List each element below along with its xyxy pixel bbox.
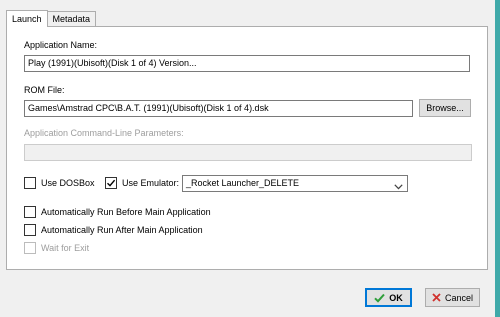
run-before-checkbox[interactable] bbox=[24, 206, 36, 218]
chevron-down-icon bbox=[394, 180, 403, 195]
cancel-label: Cancel bbox=[444, 292, 473, 303]
wait-for-exit-label: Wait for Exit bbox=[41, 243, 90, 253]
use-emulator-row[interactable]: Use Emulator: bbox=[105, 177, 179, 189]
use-dosbox-row[interactable]: Use DOSBox bbox=[24, 177, 95, 189]
wait-for-exit-checkbox bbox=[24, 242, 36, 254]
ok-label: OK bbox=[389, 292, 403, 303]
edit-launch-dialog: Launch Metadata Application Name: Play (… bbox=[0, 0, 500, 317]
browse-button[interactable]: Browse... bbox=[419, 99, 471, 117]
command-line-field bbox=[24, 144, 472, 161]
x-icon bbox=[432, 293, 441, 302]
emulator-select-value: _Rocket Launcher_DELETE bbox=[186, 178, 300, 188]
use-emulator-checkbox[interactable] bbox=[105, 177, 117, 189]
command-line-label: Application Command-Line Parameters: bbox=[24, 128, 184, 138]
run-after-checkbox[interactable] bbox=[24, 224, 36, 236]
rom-file-label: ROM File: bbox=[24, 85, 65, 95]
application-name-label: Application Name: bbox=[24, 40, 98, 50]
use-dosbox-checkbox[interactable] bbox=[24, 177, 36, 189]
application-name-field[interactable]: Play (1991)(Ubisoft)(Disk 1 of 4) Versio… bbox=[24, 55, 470, 72]
rom-file-field[interactable]: Games\Amstrad CPC\B.A.T. (1991)(Ubisoft)… bbox=[24, 100, 413, 117]
tab-metadata[interactable]: Metadata bbox=[46, 11, 97, 26]
checkmark-icon bbox=[107, 179, 116, 187]
window-edge bbox=[495, 0, 500, 317]
check-icon bbox=[374, 293, 385, 303]
run-after-label: Automatically Run After Main Application bbox=[41, 225, 203, 235]
emulator-select[interactable]: _Rocket Launcher_DELETE bbox=[182, 175, 408, 192]
use-emulator-label: Use Emulator: bbox=[122, 178, 180, 188]
run-before-row[interactable]: Automatically Run Before Main Applicatio… bbox=[24, 206, 211, 218]
ok-button[interactable]: OK bbox=[365, 288, 412, 307]
wait-for-exit-row: Wait for Exit bbox=[24, 242, 89, 254]
tab-strip: Launch Metadata bbox=[6, 10, 97, 27]
use-dosbox-label: Use DOSBox bbox=[41, 178, 95, 188]
run-before-label: Automatically Run Before Main Applicatio… bbox=[41, 207, 211, 217]
cancel-button[interactable]: Cancel bbox=[425, 288, 480, 307]
run-after-row[interactable]: Automatically Run After Main Application bbox=[24, 224, 203, 236]
tab-launch[interactable]: Launch bbox=[6, 10, 48, 27]
